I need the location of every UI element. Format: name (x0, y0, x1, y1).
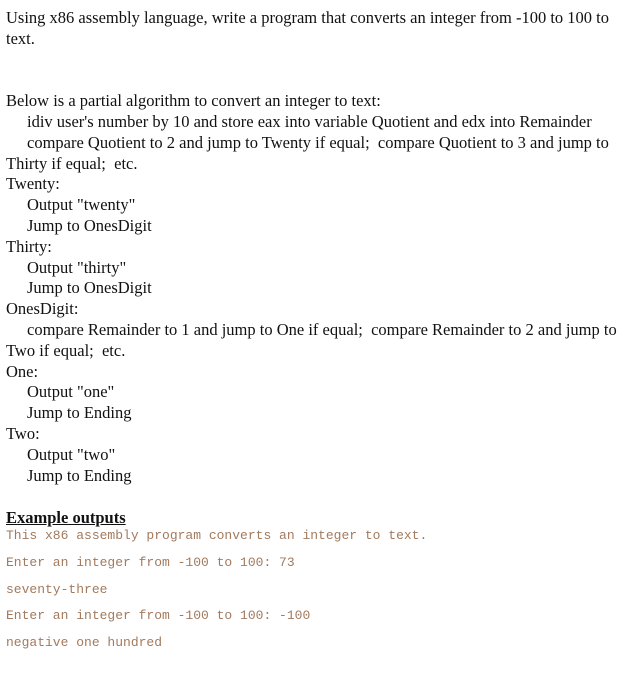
console-line: Enter an integer from -100 to 100: -100 (6, 608, 311, 624)
algorithm-step-compare-quotient-cont: Thirty if equal; etc. (6, 153, 138, 173)
ones-digit-compare-cont: Two if equal; etc. (6, 340, 126, 360)
one-output: Output "one" (27, 382, 115, 402)
algorithm-heading: Below is a partial algorithm to convert … (6, 91, 381, 111)
label-two: Two: (6, 423, 40, 443)
console-line: negative one hundred (6, 634, 163, 650)
algorithm-step-compare-quotient: compare Quotient to 2 and jump to Twenty… (27, 132, 609, 152)
one-jump: Jump to Ending (27, 403, 132, 423)
algorithm-step-idiv: idiv user's number by 10 and store eax i… (27, 111, 592, 131)
twenty-output: Output "twenty" (27, 195, 136, 215)
twenty-jump: Jump to OnesDigit (27, 215, 152, 235)
example-outputs-heading: Example outputs (6, 508, 126, 528)
two-output: Output "two" (27, 444, 116, 464)
console-line: Enter an integer from -100 to 100: 73 (6, 554, 295, 570)
intro-line-2: text. (6, 28, 35, 48)
console-line: seventy-three (6, 581, 108, 597)
ones-digit-compare: compare Remainder to 1 and jump to One i… (27, 319, 617, 339)
console-line: This x86 assembly program converts an in… (6, 528, 428, 544)
document: Using x86 assembly language, write a pro… (6, 8, 631, 660)
thirty-output: Output "thirty" (27, 257, 127, 277)
thirty-jump: Jump to OnesDigit (27, 278, 152, 298)
label-twenty: Twenty: (6, 174, 60, 194)
example-console-output: This x86 assembly program converts an in… (6, 527, 631, 650)
two-jump: Jump to Ending (27, 465, 132, 485)
label-one: One: (6, 361, 39, 381)
label-ones-digit: OnesDigit: (6, 299, 79, 319)
label-thirty: Thirty: (6, 236, 52, 256)
intro-line-1: Using x86 assembly language, write a pro… (6, 8, 610, 27)
